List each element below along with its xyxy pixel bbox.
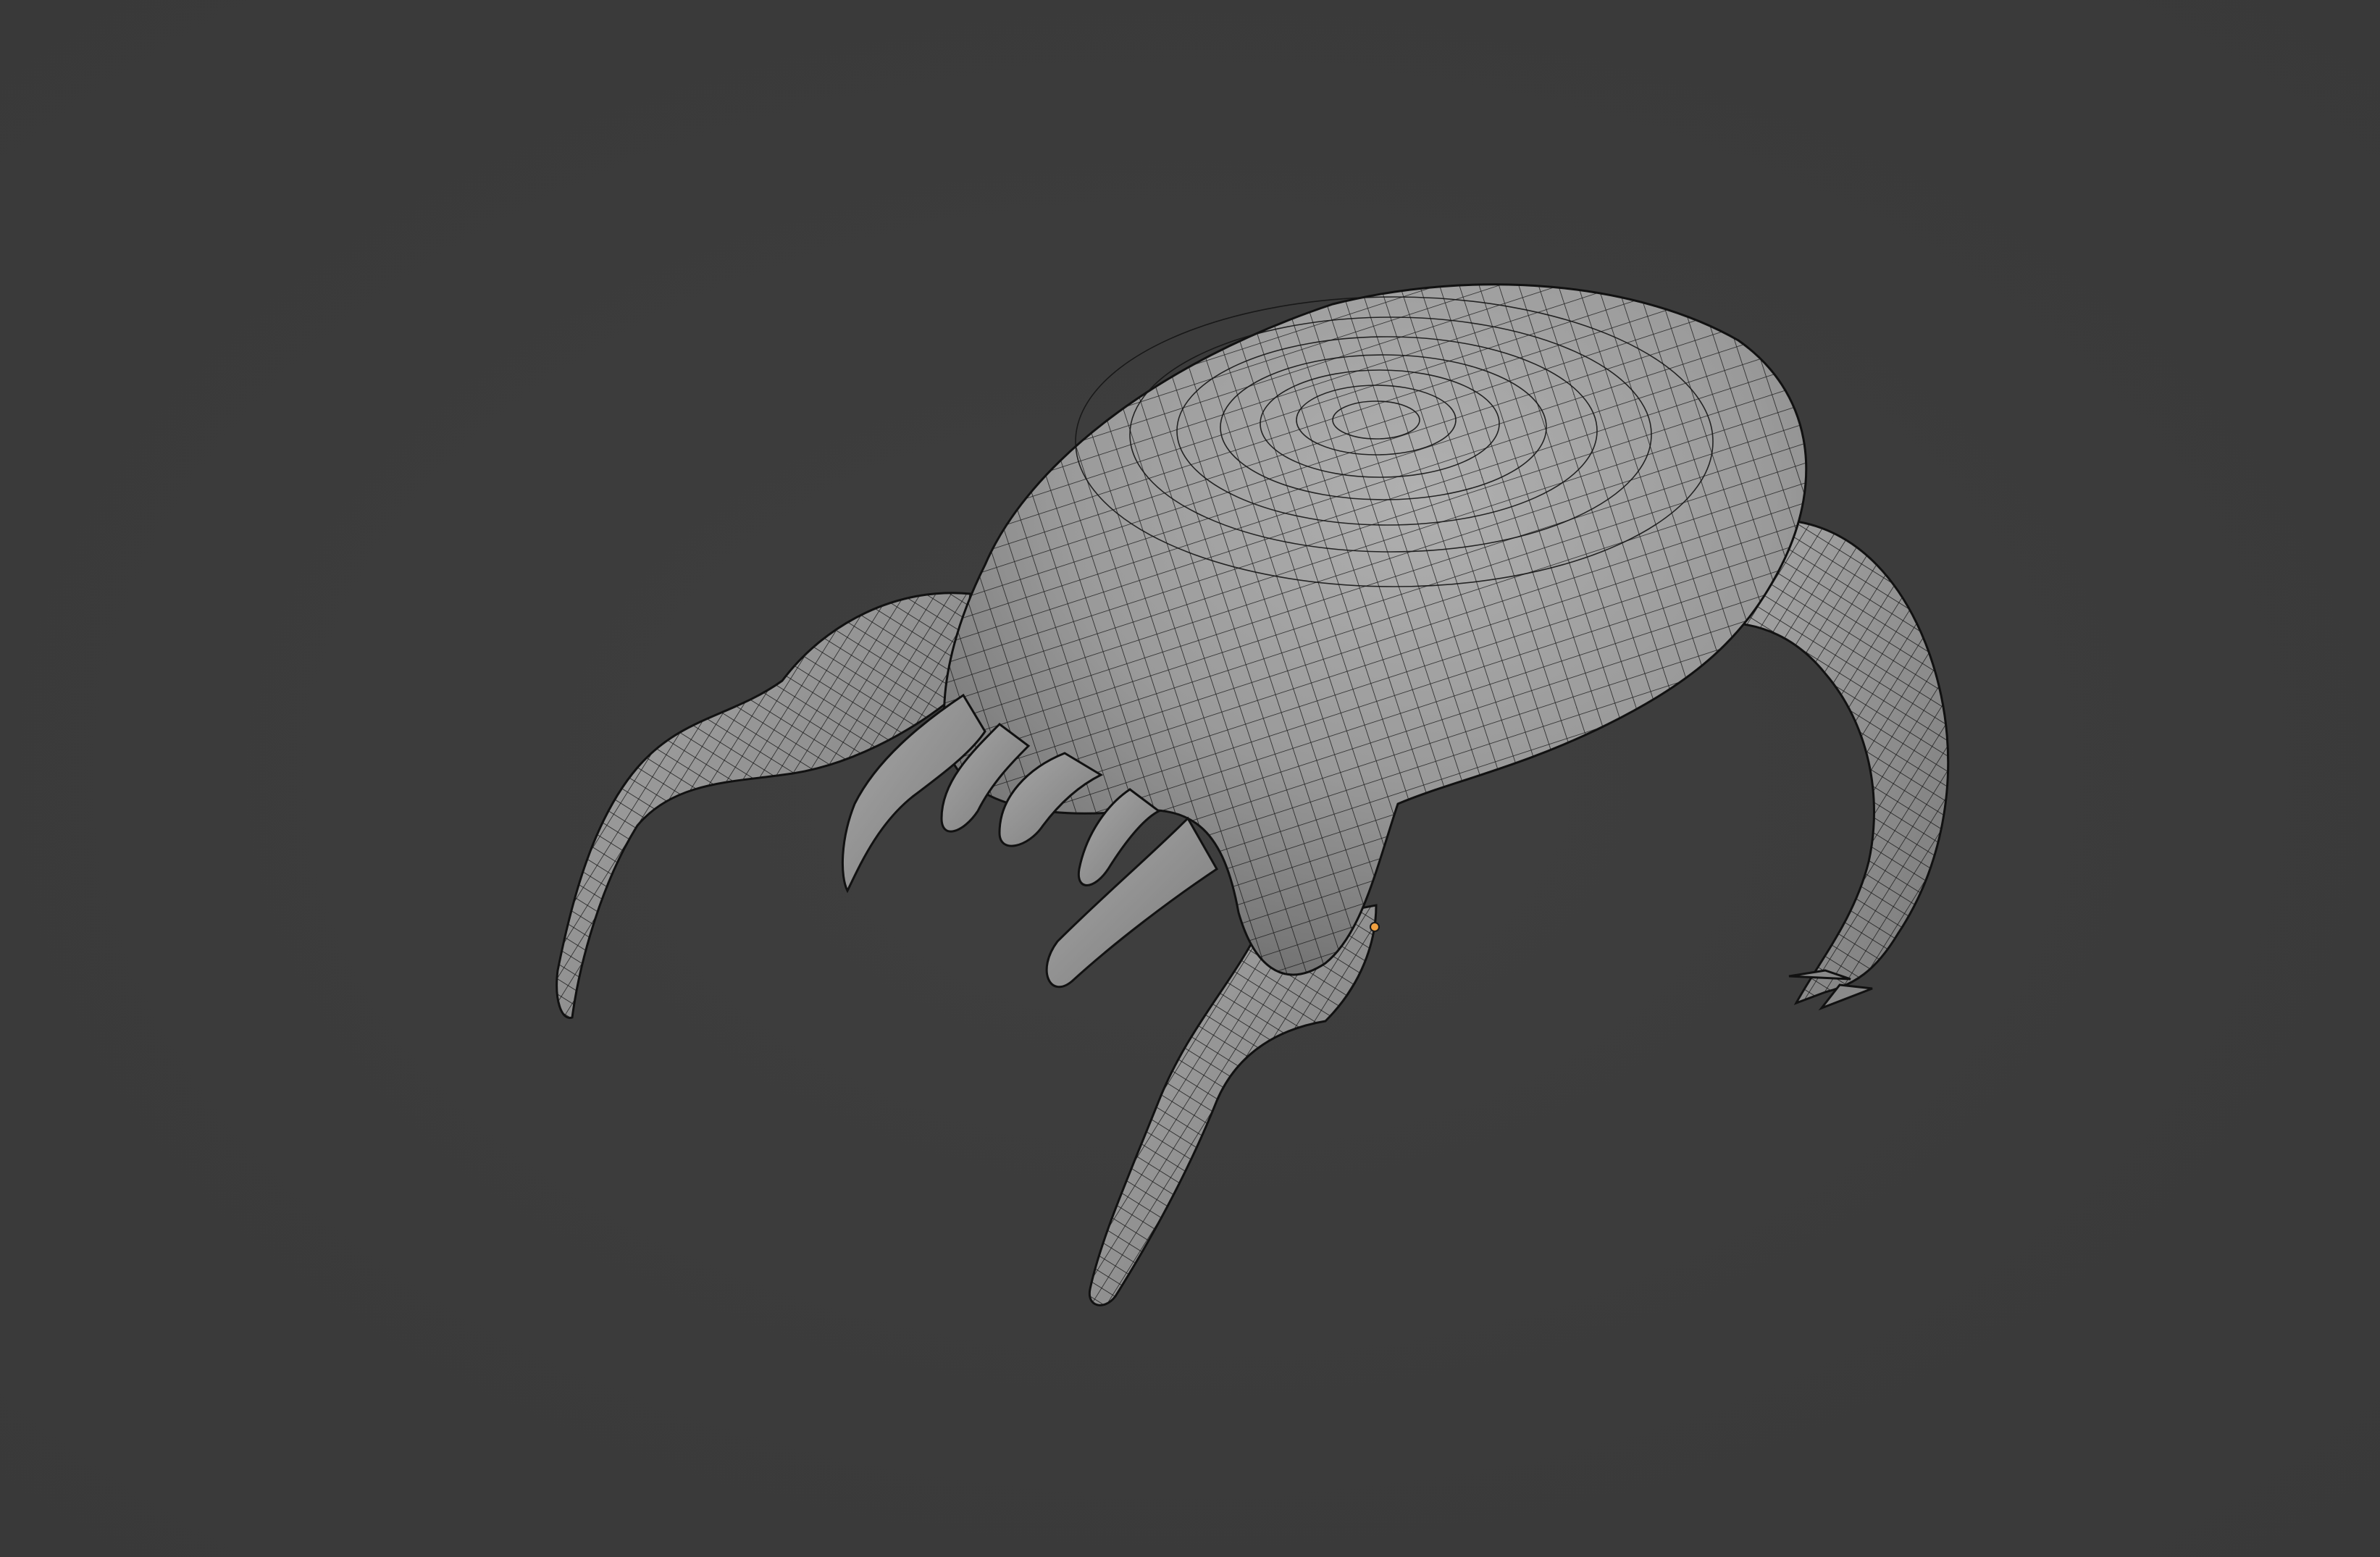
mesh-object[interactable] <box>556 283 1950 1306</box>
object-origin-dot[interactable] <box>1370 922 1380 932</box>
3d-viewport[interactable] <box>0 0 2380 1557</box>
mesh-body[interactable] <box>943 283 1808 976</box>
mesh-leg-front-left[interactable] <box>556 592 972 1019</box>
viewport-scene[interactable] <box>0 0 2380 1557</box>
mesh-leg-front-right[interactable] <box>1088 904 1378 1306</box>
